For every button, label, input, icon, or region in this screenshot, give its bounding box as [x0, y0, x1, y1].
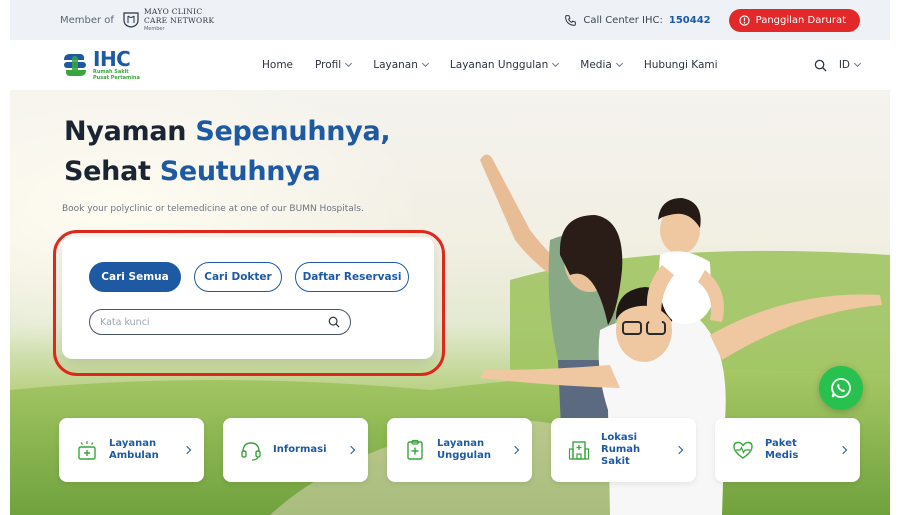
service-label-line1: Layanan [109, 438, 157, 449]
hero-subtitle: Book your polyclinic or telemedicine at … [62, 204, 364, 214]
service-label-line2: Rumah Sakit [601, 444, 641, 467]
mayo-shield-icon [123, 12, 139, 28]
chevron-down-icon [853, 59, 862, 68]
tab-cari-dokter[interactable]: Cari Dokter [194, 262, 282, 292]
service-card-label: Lokasi Rumah Sakit [601, 432, 666, 468]
nav-hubungi-kami-label: Hubungi Kami [643, 59, 718, 71]
language-selector[interactable]: ID [838, 59, 862, 71]
service-label-line2: Medis [765, 450, 799, 461]
service-label-line1: Paket [765, 438, 797, 449]
tab-daftar-reservasi[interactable]: Daftar Reservasi [295, 262, 409, 292]
chevron-down-icon [421, 59, 429, 68]
top-bar: Member of MAYO CLINIC CARE NETWORK Membe… [10, 0, 890, 40]
member-of-label: Member of [60, 14, 114, 26]
service-card-lokasi-rumah-sakit[interactable]: Lokasi Rumah Sakit [551, 418, 696, 482]
nav-hubungi-kami[interactable]: Hubungi Kami [644, 59, 718, 71]
ihc-logo[interactable]: IHC Rumah Sakit Pusat Pertamina [60, 49, 260, 81]
nav-menu: Home Profil Layanan Layanan Unggulan Med… [262, 59, 718, 71]
tab-cari-semua[interactable]: Cari Semua [89, 262, 181, 292]
call-center-label: Call Center IHC: [583, 14, 663, 26]
call-center-number: 150442 [668, 14, 711, 26]
search-tabs: Cari Semua Cari Dokter Daftar Reservasi [89, 262, 409, 292]
member-of: Member of MAYO CLINIC CARE NETWORK Membe… [60, 7, 214, 34]
partner-line-3: Member [143, 25, 165, 32]
chevron-right-icon [182, 445, 192, 455]
nav-profil-label: Profil [315, 59, 342, 71]
service-card-label: Paket Medis [765, 438, 830, 462]
ambulance-icon [78, 441, 96, 460]
service-card-label: Layanan Unggulan [437, 438, 502, 462]
service-card-layanan-unggulan[interactable]: Layanan Unggulan [387, 418, 532, 482]
hero-title-line2-blue: Seutuhnya [159, 156, 321, 187]
ihc-logo-icon [64, 54, 86, 76]
service-cards: Layanan Ambulan Informasi Layanan Unggul… [59, 418, 860, 482]
emergency-call-button[interactable]: Panggilan Darurat [728, 8, 860, 32]
heart-pulse-icon [733, 441, 753, 459]
service-label-line1: Layanan [437, 438, 485, 449]
partner-line-1: MAYO CLINIC [143, 6, 203, 16]
keyword-search-input[interactable] [100, 316, 328, 328]
chevron-down-icon [552, 59, 560, 68]
chevron-down-icon [345, 59, 353, 68]
service-label-line2: Ambulan [109, 450, 159, 461]
mayo-clinic-logo[interactable]: MAYO CLINIC CARE NETWORK Member [122, 7, 214, 34]
phone-icon [565, 14, 577, 26]
service-label-line1: Informasi [273, 444, 327, 455]
chevron-right-icon [346, 445, 356, 455]
hero-title-line1-dark: Nyaman [64, 116, 187, 147]
alert-circle-icon [738, 14, 750, 26]
chevron-down-icon [615, 59, 623, 68]
service-label-line2: Unggulan [437, 450, 491, 461]
service-card-label: Layanan Ambulan [109, 438, 174, 462]
service-card-informasi[interactable]: Informasi [223, 418, 368, 482]
hero-title: Nyaman Sepenuhnya, Sehat Seutuhnya [64, 112, 391, 192]
logo-text: IHC [93, 47, 131, 71]
nav-layanan-unggulan-label: Layanan Unggulan [449, 59, 549, 71]
main-navbar: IHC Rumah Sakit Pusat Pertamina Home Pro… [10, 40, 890, 90]
nav-layanan-unggulan[interactable]: Layanan Unggulan [449, 59, 560, 71]
emergency-label: Panggilan Darurat [755, 14, 846, 26]
nav-right: ID [814, 59, 862, 72]
nav-media[interactable]: Media [580, 59, 623, 71]
clipboard-medical-icon [407, 439, 423, 460]
logo-subtitle-2: Pusat Pertamina [93, 75, 140, 81]
hospital-icon [568, 441, 590, 460]
nav-media-label: Media [580, 59, 612, 71]
nav-home[interactable]: Home [262, 59, 293, 71]
nav-profil[interactable]: Profil [315, 59, 353, 71]
call-center[interactable]: Call Center IHC: 150442 [564, 14, 711, 27]
whatsapp-button[interactable] [819, 366, 863, 410]
partner-line-2: CARE NETWORK [143, 15, 215, 25]
nav-layanan-label: Layanan [373, 59, 418, 71]
language-label: ID [838, 59, 850, 71]
service-card-paket-medis[interactable]: Paket Medis [715, 418, 860, 482]
keyword-search-box [89, 309, 351, 335]
search-icon[interactable] [328, 316, 340, 328]
hero-title-line1-blue: Sepenuhnya, [195, 116, 391, 147]
whatsapp-icon [831, 378, 851, 398]
chevron-right-icon [510, 445, 520, 455]
nav-home-label: Home [262, 59, 294, 71]
search-card: Cari Semua Cari Dokter Daftar Reservasi [62, 237, 434, 359]
service-card-ambulan[interactable]: Layanan Ambulan [59, 418, 204, 482]
hero-section: Nyaman Sepenuhnya, Sehat Seutuhnya Book … [10, 90, 890, 515]
nav-layanan[interactable]: Layanan [373, 59, 429, 71]
service-label-line1: Lokasi [601, 432, 638, 443]
headset-icon [241, 442, 261, 461]
hero-title-line2-dark: Sehat [64, 156, 151, 187]
search-icon[interactable] [814, 59, 827, 72]
chevron-right-icon [674, 445, 684, 455]
chevron-right-icon [838, 445, 848, 455]
service-card-label: Informasi [273, 444, 338, 456]
